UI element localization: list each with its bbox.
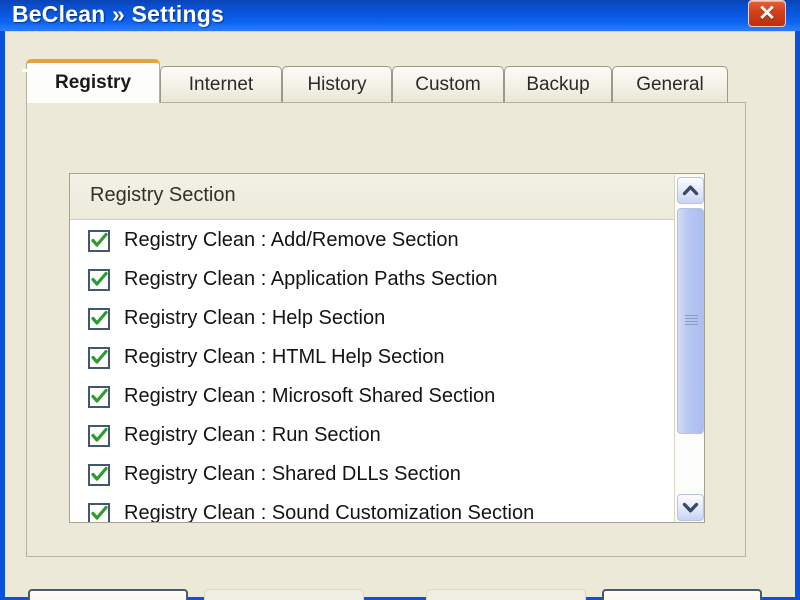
tab-panel-registry: Registry Section Registry Clean : Add/Re… xyxy=(26,102,746,557)
dialog-client-area: Registry Internet History Custom Backup … xyxy=(5,31,795,600)
checkbox-checked-icon[interactable] xyxy=(88,346,110,369)
tab-strip: Registry Internet History Custom Backup … xyxy=(26,59,746,103)
list-item-label: Registry Clean : Microsoft Shared Sectio… xyxy=(124,385,496,407)
tab-history-label: History xyxy=(307,74,367,95)
dialog-button-bar: Reset View Log OK Cancel xyxy=(5,558,795,600)
tab-history[interactable]: History xyxy=(282,66,392,103)
checkbox-checked-icon[interactable] xyxy=(88,268,110,291)
list-item-label: Registry Clean : Add/Remove Section xyxy=(124,229,459,251)
scroll-down-button[interactable] xyxy=(677,494,704,521)
tab-general[interactable]: General xyxy=(612,66,728,103)
window-title: BeClean » Settings xyxy=(12,1,224,27)
list-item-label: Registry Clean : Sound Customization Sec… xyxy=(124,502,535,523)
list-item-label: Registry Clean : Help Section xyxy=(124,307,386,329)
tab-custom[interactable]: Custom xyxy=(392,66,504,103)
tab-internet[interactable]: Internet xyxy=(160,66,282,103)
list-item[interactable]: Registry Clean : Help Section xyxy=(70,299,704,338)
list-item-label: Registry Clean : HTML Help Section xyxy=(124,346,445,368)
chevron-down-icon xyxy=(682,502,699,513)
list-item[interactable]: Registry Clean : HTML Help Section xyxy=(70,338,704,377)
scrollbar-thumb[interactable] xyxy=(677,208,704,434)
registry-section-listbox[interactable]: Registry Section Registry Clean : Add/Re… xyxy=(69,173,705,523)
list-item-label: Registry Clean : Run Section xyxy=(124,424,381,446)
cancel-button[interactable]: Cancel xyxy=(602,589,762,600)
tab-registry-label: Registry xyxy=(54,72,132,93)
title-bar: BeClean » Settings ✕ xyxy=(0,0,800,31)
checkbox-checked-icon[interactable] xyxy=(88,502,110,522)
list-item[interactable]: Registry Clean : Sound Customization Sec… xyxy=(70,494,704,523)
chevron-up-icon xyxy=(682,185,699,196)
close-icon: ✕ xyxy=(758,2,776,25)
scroll-up-button[interactable] xyxy=(677,177,704,204)
ok-button: OK xyxy=(426,589,586,600)
reset-button[interactable]: Reset xyxy=(28,589,188,600)
tab-internet-label: Internet xyxy=(188,74,254,95)
list-item[interactable]: Registry Clean : Application Paths Secti… xyxy=(70,260,704,299)
scrollbar-track[interactable] xyxy=(677,206,704,490)
active-tab-merge-strip xyxy=(22,69,156,72)
checkbox-checked-icon[interactable] xyxy=(88,385,110,408)
list-item-label: Registry Clean : Application Paths Secti… xyxy=(124,268,498,290)
vertical-scrollbar[interactable] xyxy=(674,175,704,522)
checkbox-checked-icon[interactable] xyxy=(88,463,110,486)
close-button[interactable]: ✕ xyxy=(748,0,786,27)
list-column-header-label: Registry Section xyxy=(90,184,236,206)
checkbox-checked-icon[interactable] xyxy=(88,307,110,330)
scrollbar-grip-icon xyxy=(685,315,698,327)
checkbox-checked-icon[interactable] xyxy=(88,229,110,252)
view-log-button: View Log xyxy=(204,589,364,600)
list-items-container: Registry Clean : Add/Remove Section Regi… xyxy=(70,221,704,523)
list-item-label: Registry Clean : Shared DLLs Section xyxy=(124,463,461,485)
tab-backup[interactable]: Backup xyxy=(504,66,612,103)
tab-registry[interactable]: Registry xyxy=(26,59,160,103)
settings-window: BeClean » Settings ✕ Registry Internet H… xyxy=(0,0,800,600)
list-item[interactable]: Registry Clean : Shared DLLs Section xyxy=(70,455,704,494)
list-item[interactable]: Registry Clean : Run Section xyxy=(70,416,704,455)
tab-general-label: General xyxy=(636,74,704,95)
list-item[interactable]: Registry Clean : Add/Remove Section xyxy=(70,221,704,260)
checkbox-checked-icon[interactable] xyxy=(88,424,110,447)
list-item[interactable]: Registry Clean : Microsoft Shared Sectio… xyxy=(70,377,704,416)
list-column-header: Registry Section xyxy=(70,174,704,220)
tab-backup-label: Backup xyxy=(526,74,590,95)
tab-custom-label: Custom xyxy=(415,74,481,95)
